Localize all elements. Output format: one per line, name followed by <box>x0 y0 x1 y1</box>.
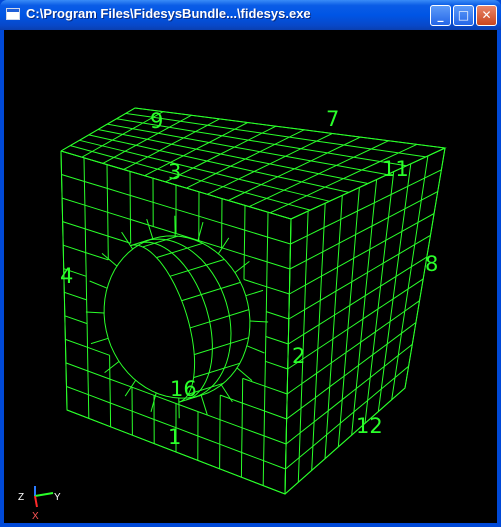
hole-radial-edge <box>85 311 105 314</box>
y-axis-label: Y <box>54 492 61 503</box>
right-face-grid-v <box>289 191 438 270</box>
front-face-grid-u <box>243 205 246 280</box>
x-axis-label: X <box>32 511 39 522</box>
hole-wall-edge <box>194 337 249 355</box>
curve-label-7: 7 <box>326 107 339 131</box>
front-face-grid-v <box>64 291 87 301</box>
curve-label-8: 8 <box>425 252 438 276</box>
front-face-grid-v <box>266 311 289 320</box>
right-face-grid-u <box>311 203 326 471</box>
hole-radial-edge <box>89 280 108 289</box>
right-face-grid-u <box>364 171 395 424</box>
curve-label-4: 4 <box>60 264 73 288</box>
window-title: C:\Program Files\FidesysBundle...\fidesy… <box>26 6 311 21</box>
front-face-grid-v <box>64 315 88 325</box>
close-button[interactable]: ✕ <box>476 5 497 26</box>
right-face-grid-u <box>391 155 429 400</box>
hole-rim <box>103 235 251 399</box>
hole-wall-edge <box>190 309 250 329</box>
hole-radial-edge <box>104 361 120 373</box>
y-axis-line <box>34 492 54 497</box>
z-axis-label: Z <box>18 492 24 503</box>
front-face-grid-u <box>219 395 221 469</box>
curve-label-12: 12 <box>356 414 383 438</box>
maximize-button[interactable]: □ <box>453 5 474 26</box>
front-face-grid-u <box>83 157 90 419</box>
hole-radial-edge <box>220 384 233 403</box>
app-icon[interactable] <box>6 8 20 20</box>
hole-radial-edge <box>90 337 109 345</box>
right-face-grid-u <box>351 179 378 436</box>
minimize-button[interactable]: _ <box>430 5 451 26</box>
axis-triad: Z Y X <box>18 486 61 522</box>
mesh-canvas[interactable]: 9 7 3 11 4 8 2 16 1 12 Z Y X <box>4 30 497 523</box>
right-face-grid-v <box>288 234 431 320</box>
right-face-grid-v <box>290 169 442 245</box>
curve-label-11: 11 <box>382 157 409 181</box>
hole-radial-edge <box>217 237 230 254</box>
app-window: C:\Program Files\FidesysBundle...\fidesy… <box>0 0 501 527</box>
front-face-grid-v <box>62 221 131 244</box>
front-face-grid-u <box>129 171 132 244</box>
hole-radial-edge <box>200 395 208 416</box>
curve-label-16: 16 <box>170 377 197 401</box>
hole-radial-edge <box>101 253 118 267</box>
hole-wall-edge <box>156 242 203 258</box>
graphics-viewport[interactable]: 9 7 3 11 4 8 2 16 1 12 Z Y X <box>4 30 497 523</box>
front-face-grid-v <box>265 336 289 345</box>
right-face-grid-u <box>324 195 343 459</box>
hole-wall-edge <box>170 258 225 277</box>
hole-radial-edge <box>245 289 264 297</box>
right-face-grid-u <box>337 187 360 447</box>
top-face-grid-v <box>79 139 330 202</box>
hole-radial-edge <box>249 320 269 323</box>
front-face-grid-u <box>109 355 112 427</box>
curve-label-2: 2 <box>292 344 305 368</box>
curve-label-9: 9 <box>150 109 163 133</box>
hole-wall-edge <box>193 362 240 378</box>
hole-radial-edge <box>146 218 154 239</box>
curve-label-3: 3 <box>168 160 181 184</box>
hole-radial-edge <box>246 345 265 354</box>
title-bar[interactable]: C:\Program Files\FidesysBundle...\fidesy… <box>0 0 501 30</box>
front-face-grid-u <box>262 212 269 486</box>
x-axis-line <box>34 495 38 508</box>
hole-radial-edge <box>234 261 250 273</box>
top-face-grid-v <box>88 134 349 193</box>
right-face-grid-v <box>289 213 435 295</box>
curve-label-1: 1 <box>168 425 181 449</box>
right-face-grid-u <box>377 163 412 412</box>
front-face-grid-v <box>265 360 288 370</box>
hole-wall-edge <box>181 281 241 302</box>
